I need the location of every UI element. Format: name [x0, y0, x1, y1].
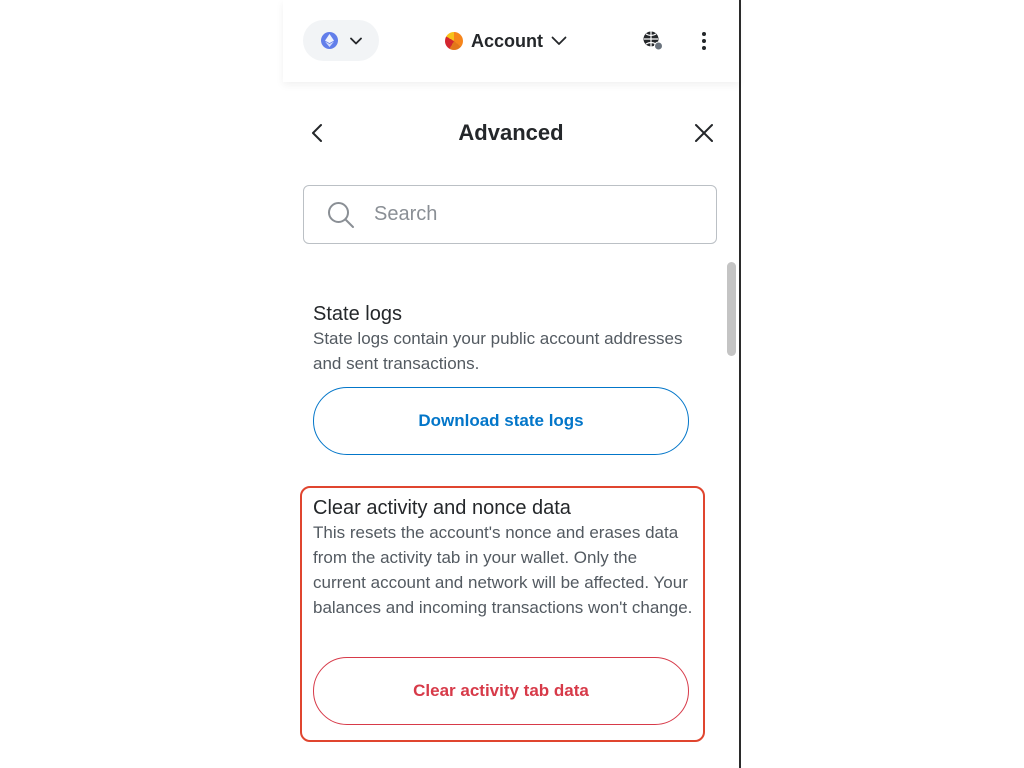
page-title: Advanced: [458, 120, 564, 145]
account-avatar: [445, 32, 463, 50]
extension-popup: Account Advanced State logs: [0, 0, 1024, 768]
chevron-down-icon: [551, 36, 567, 45]
kebab-menu-icon[interactable]: [694, 29, 714, 53]
account-name: Account: [471, 30, 543, 51]
ethereum-icon: [320, 32, 338, 49]
connected-sites-icon[interactable]: [641, 29, 665, 53]
search-input[interactable]: [372, 202, 676, 227]
clear-activity-description: This resets the account's nonce and eras…: [313, 523, 693, 617]
network-picker-button[interactable]: [303, 20, 379, 61]
state-logs-title: State logs: [313, 303, 402, 325]
account-picker-button[interactable]: Account: [445, 26, 567, 56]
chevron-down-icon: [349, 37, 362, 44]
clear-activity-tab-data-button[interactable]: Clear activity tab data: [313, 657, 689, 725]
window-edge-divider: [739, 0, 741, 768]
search-field[interactable]: [303, 185, 717, 244]
state-logs-description: State logs contain your public account a…: [313, 329, 683, 373]
close-icon[interactable]: [692, 121, 716, 145]
app-header: Account: [283, 0, 739, 82]
search-icon: [328, 201, 354, 228]
scrollbar-thumb[interactable]: [727, 262, 736, 356]
download-state-logs-button[interactable]: Download state logs: [313, 387, 689, 455]
clear-activity-title: Clear activity and nonce data: [313, 497, 571, 519]
